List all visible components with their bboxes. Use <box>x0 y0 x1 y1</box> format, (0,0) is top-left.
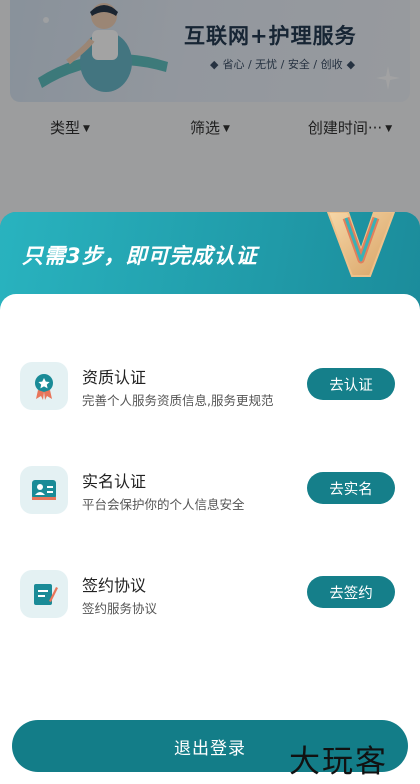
v-badge-icon <box>326 212 396 277</box>
step-real-name: 实名认证 平台会保护你的个人信息安全 去实名 <box>0 464 420 534</box>
go-real-name-button[interactable]: 去实名 <box>307 472 395 504</box>
step-description: 签约服务协议 <box>82 601 158 616</box>
step-qualification: 资质认证 完善个人服务资质信息,服务更规范 去认证 <box>0 360 420 430</box>
step-description: 完善个人服务资质信息,服务更规范 <box>82 393 274 408</box>
step-description: 平台会保护你的个人信息安全 <box>82 497 245 512</box>
go-sign-button[interactable]: 去签约 <box>307 576 395 608</box>
watermark: 大玩客 <box>289 744 388 780</box>
contract-pen-icon <box>20 570 68 618</box>
steps-card: 资质认证 完善个人服务资质信息,服务更规范 去认证 实名认证 平台会保护你的个人… <box>0 294 420 784</box>
go-certify-button[interactable]: 去认证 <box>307 368 395 400</box>
id-card-icon <box>20 466 68 514</box>
certification-sheet: 只需3步，即可完成认证 资质认证 完善个人服务资质信息,服务更规范 去认证 实名… <box>0 212 420 784</box>
step-title: 资质认证 <box>82 368 147 387</box>
step-title: 实名认证 <box>82 472 147 491</box>
sheet-title: 只需3步，即可完成认证 <box>22 244 258 268</box>
step-contract: 签约协议 签约服务协议 去签约 <box>0 568 420 638</box>
award-ribbon-icon <box>20 362 68 410</box>
step-title: 签约协议 <box>82 576 147 595</box>
